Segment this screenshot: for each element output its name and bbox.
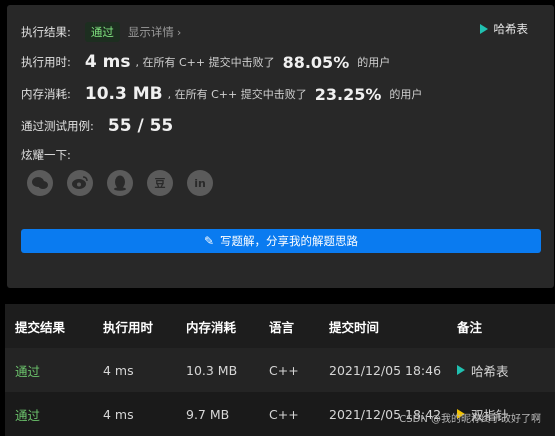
runtime-percent: 88.05%: [282, 52, 350, 72]
row-status-link[interactable]: 通过: [15, 405, 40, 424]
header-status: 提交结果: [15, 319, 66, 335]
row-runtime: 4 ms: [103, 362, 134, 378]
row-note[interactable]: 哈希表: [457, 361, 509, 380]
share-label: 炫耀一下:: [21, 148, 71, 162]
write-solution-label: 写题解，分享我的解题思路: [220, 234, 359, 248]
header-memory: 内存消耗: [186, 319, 237, 335]
wechat-icon[interactable]: [27, 170, 53, 196]
tests-row: 通过测试用例: 55 / 55: [21, 116, 178, 136]
tests-label: 通过测试用例:: [21, 119, 94, 133]
memory-row: 内存消耗: 10.3 MB , 在所有 C++ 提交中击败了 23.25% 的用…: [21, 84, 422, 104]
qq-icon[interactable]: [107, 170, 133, 196]
header-note: 备注: [457, 319, 483, 335]
runtime-row: 执行用时: 4 ms , 在所有 C++ 提交中击败了 88.05% 的用户: [21, 52, 390, 72]
douban-icon[interactable]: 豆: [147, 170, 173, 196]
row-language: C++: [269, 362, 299, 378]
header-language: 语言: [269, 319, 295, 335]
row-language: C++: [269, 406, 299, 422]
status-badge: 通过: [84, 22, 120, 42]
row-note-label: 哈希表: [471, 363, 509, 379]
tag-label: 哈希表: [493, 22, 529, 36]
watermark: CSDN @我的昵称终于改好了啊: [399, 414, 541, 425]
row-memory: 9.7 MB: [186, 406, 230, 422]
memory-value: 10.3 MB: [84, 84, 163, 104]
result-label: 执行结果:: [21, 25, 71, 39]
flag-icon: [457, 365, 465, 375]
runtime-label: 执行用时:: [21, 55, 71, 69]
runtime-mid-text: , 在所有 C++ 提交中击败了: [135, 56, 275, 69]
header-time: 提交时间: [329, 319, 380, 335]
memory-suffix: 的用户: [389, 88, 423, 101]
tag-hash-table[interactable]: 哈希表: [479, 21, 529, 37]
share-row-label: 炫耀一下:: [21, 147, 71, 163]
linkedin-icon[interactable]: in: [187, 170, 213, 196]
weibo-icon[interactable]: [67, 170, 93, 196]
show-details-label: 显示详情: [127, 25, 174, 39]
tests-value: 55 / 55: [107, 116, 174, 136]
row-time: 2021/12/05 18:46: [329, 362, 442, 378]
write-solution-button[interactable]: ✎ 写题解，分享我的解题思路: [21, 229, 541, 253]
memory-label: 内存消耗:: [21, 87, 71, 101]
table-header: 提交结果 执行用时 内存消耗 语言 提交时间 备注: [5, 304, 555, 348]
runtime-suffix: 的用户: [357, 56, 391, 69]
row-status-link[interactable]: 通过: [15, 361, 40, 380]
show-details-link[interactable]: 显示详情 ›: [128, 24, 181, 40]
chevron-right-icon: ›: [176, 25, 182, 39]
pencil-icon: ✎: [203, 234, 215, 248]
row-runtime: 4 ms: [103, 406, 134, 422]
table-row[interactable]: 通过 4 ms 10.3 MB C++ 2021/12/05 18:46 哈希表: [5, 348, 555, 392]
header-runtime: 执行用时: [103, 319, 154, 335]
result-panel: 执行结果: 通过 显示详情 › 哈希表 执行用时: 4 ms , 在所有 C++…: [7, 5, 554, 288]
flag-icon: [479, 24, 488, 34]
row-memory: 10.3 MB: [186, 362, 238, 378]
runtime-value: 4 ms: [84, 52, 131, 72]
share-icons: 豆 in: [27, 170, 227, 196]
memory-percent: 23.25%: [314, 84, 382, 104]
result-row: 执行结果: 通过 显示详情 ›: [21, 22, 181, 42]
memory-mid-text: , 在所有 C++ 提交中击败了: [167, 88, 307, 101]
